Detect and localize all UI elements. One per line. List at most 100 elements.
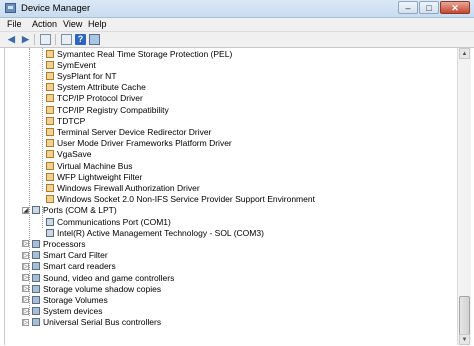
tree-item-category[interactable]: ▷ Sound, video and game controllers — [22, 272, 174, 283]
menu-help[interactable]: Help — [88, 19, 107, 29]
tree-item-driver[interactable]: VgaSave — [46, 149, 92, 160]
port-connector-icon — [46, 228, 54, 237]
tree-item-driver[interactable]: SymEvent — [46, 59, 96, 70]
driver-icon — [46, 60, 54, 69]
properties-icon[interactable] — [61, 34, 72, 45]
minimize-button[interactable]: – — [398, 1, 418, 14]
help-icon[interactable]: ? — [75, 34, 86, 45]
tree-item-label: Smart Card Filter — [43, 250, 108, 261]
toolbar-separator — [34, 34, 35, 45]
tree-item-label: TDTCP — [57, 115, 86, 126]
tree-item-label: Windows Socket 2.0 Non-IFS Service Provi… — [57, 194, 315, 205]
device-category-icon — [32, 239, 40, 248]
tree-item-driver[interactable]: Symantec Real Time Storage Protection (P… — [46, 48, 232, 59]
device-category-icon — [32, 284, 40, 293]
expand-toggle-icon[interactable]: ▷ — [22, 240, 29, 248]
expand-toggle-icon[interactable]: ▷ — [22, 296, 29, 304]
tree-item-label: SymEvent — [57, 59, 96, 70]
tree-item-driver[interactable]: TDTCP — [46, 115, 85, 126]
device-category-icon — [32, 262, 40, 271]
toolbar: ◀ ▶ ? — [0, 32, 474, 48]
scroll-down-button[interactable]: ▼ — [459, 334, 470, 345]
tree-item-category[interactable]: ▷ Universal Serial Bus controllers — [22, 317, 161, 328]
close-button[interactable]: ✕ — [440, 1, 470, 14]
tree-item-label: Universal Serial Bus controllers — [43, 317, 162, 328]
tree-item-driver[interactable]: Terminal Server Device Redirector Driver — [46, 126, 211, 137]
driver-icon — [46, 49, 54, 58]
menu-file[interactable]: File — [7, 19, 22, 29]
driver-icon — [46, 127, 54, 136]
tree-item-category[interactable]: ▷ Storage volume shadow copies — [22, 283, 161, 294]
tree-item-label: User Mode Driver Frameworks Platform Dri… — [57, 138, 232, 149]
tree-item-label: Communications Port (COM1) — [57, 216, 171, 227]
tree-item-label: Symantec Real Time Storage Protection (P… — [57, 48, 233, 59]
device-manager-icon — [5, 3, 16, 13]
driver-icon — [46, 183, 54, 192]
tree-item-port[interactable]: Communications Port (COM1) — [46, 216, 171, 227]
toolbar-separator — [55, 34, 56, 45]
menu-view[interactable]: View — [63, 19, 82, 29]
expand-toggle-icon[interactable]: ▷ — [22, 274, 29, 281]
tree-item-label: Storage volume shadow copies — [43, 283, 162, 294]
scroll-up-button[interactable]: ▲ — [459, 48, 470, 59]
tree-item-label: VgaSave — [57, 149, 92, 160]
expand-toggle-icon[interactable]: ▷ — [22, 262, 29, 270]
device-category-icon — [32, 273, 40, 282]
tree-item-label: WFP Lightweight Filter — [57, 171, 143, 182]
tree-item-label: Storage Volumes — [43, 294, 108, 305]
back-arrow-icon[interactable]: ◀ — [6, 34, 17, 45]
port-connector-icon — [46, 217, 54, 226]
device-tree[interactable]: Symantec Real Time Storage Protection (P… — [4, 48, 458, 345]
driver-icon — [46, 71, 54, 80]
expand-toggle-icon[interactable]: ▷ — [22, 318, 29, 326]
driver-icon — [46, 150, 54, 159]
driver-icon — [46, 94, 54, 103]
driver-icon — [46, 116, 54, 125]
device-category-icon — [32, 295, 40, 304]
device-category-icon — [32, 318, 40, 327]
tree-item-ports[interactable]: ◢ Ports (COM & LPT) — [22, 205, 117, 216]
tree-item-driver[interactable]: WFP Lightweight Filter — [46, 171, 142, 182]
tree-item-category[interactable]: ▷ System devices — [22, 306, 103, 317]
tree-item-driver[interactable]: User Mode Driver Frameworks Platform Dri… — [46, 138, 232, 149]
tree-item-category[interactable]: ▷ Smart Card Filter — [22, 250, 108, 261]
scrollbar-thumb[interactable] — [459, 296, 470, 338]
tree-item-driver[interactable]: Windows Socket 2.0 Non-IFS Service Provi… — [46, 194, 315, 205]
driver-icon — [46, 195, 54, 204]
tree-item-label: System Attribute Cache — [57, 82, 146, 93]
tree-item-driver[interactable]: System Attribute Cache — [46, 82, 146, 93]
driver-icon — [46, 105, 54, 114]
vertical-scrollbar[interactable]: ▲ ▼ — [457, 48, 471, 345]
title-bar: Device Manager – □ ✕ — [0, 0, 474, 18]
tree-item-label: TCP/IP Protocol Driver — [57, 93, 143, 104]
tree-item-port[interactable]: Intel(R) Active Management Technology - … — [46, 227, 264, 238]
tree-item-label: Smart card readers — [43, 261, 116, 272]
window-title: Device Manager — [21, 3, 91, 14]
expand-toggle-icon[interactable]: ▷ — [22, 285, 29, 293]
tree-item-category[interactable]: ▷ Smart card readers — [22, 261, 116, 272]
driver-icon — [46, 83, 54, 92]
tree-item-label: Virtual Machine Bus — [57, 160, 133, 171]
tree-item-driver[interactable]: Virtual Machine Bus — [46, 160, 132, 171]
tree-item-label: Ports (COM & LPT) — [43, 205, 117, 216]
tree-item-label: Windows Firewall Authorization Driver — [57, 182, 200, 193]
tree-item-category[interactable]: ▷ Processors — [22, 238, 86, 249]
window-controls: – □ ✕ — [398, 1, 470, 14]
tree-item-driver[interactable]: SysPlant for NT — [46, 70, 117, 81]
tree-item-driver[interactable]: TCP/IP Registry Compatibility — [46, 104, 169, 115]
tree-item-label: Intel(R) Active Management Technology - … — [57, 227, 264, 238]
forward-arrow-icon[interactable]: ▶ — [20, 34, 31, 45]
tree-item-label: Processors — [43, 238, 86, 249]
tree-item-category[interactable]: ▷ Storage Volumes — [22, 294, 108, 305]
expand-toggle-icon[interactable]: ▷ — [22, 307, 29, 315]
menu-action[interactable]: Action — [32, 19, 57, 29]
collapse-toggle-icon[interactable]: ◢ — [22, 206, 29, 214]
scan-hardware-icon[interactable] — [89, 34, 100, 45]
maximize-button[interactable]: □ — [419, 1, 439, 14]
tree-item-driver[interactable]: Windows Firewall Authorization Driver — [46, 182, 200, 193]
show-hide-console-tree-icon[interactable] — [40, 34, 51, 45]
expand-toggle-icon[interactable]: ▷ — [22, 251, 29, 259]
driver-icon — [46, 172, 54, 181]
device-category-icon — [32, 251, 40, 260]
tree-item-driver[interactable]: TCP/IP Protocol Driver — [46, 93, 143, 104]
